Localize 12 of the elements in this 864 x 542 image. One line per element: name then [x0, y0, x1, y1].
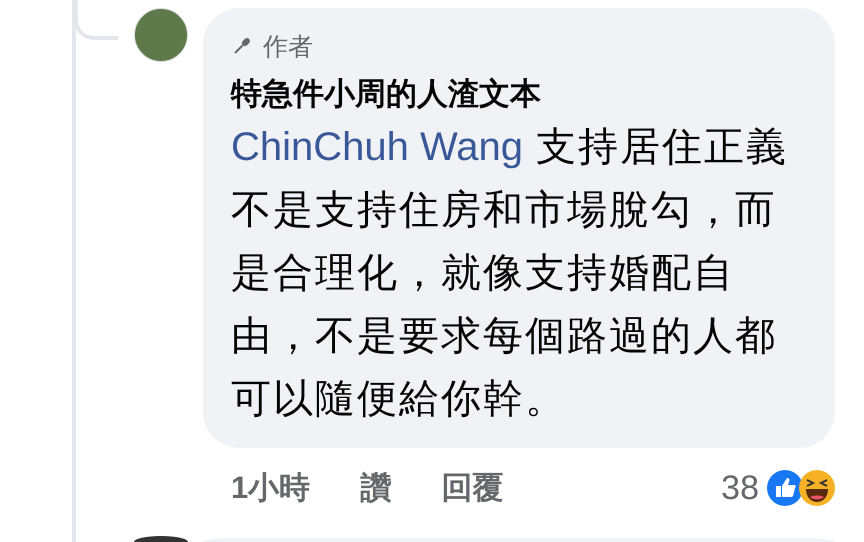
laughing-reaction-icon [799, 470, 835, 506]
comment-text: ChinChuh Wang 支持居住正義不是支持住房和市場脫勾，而是合理化，就像支持婚配自由，不是要求每個路過的人都可以隨便給你幹。 [231, 124, 790, 423]
reply-connector [74, 0, 118, 40]
timestamp[interactable]: 1小時 [231, 467, 310, 509]
reaction-count[interactable]: 38 [721, 468, 759, 508]
like-reaction-icon [767, 470, 803, 506]
reply-link[interactable]: 回覆 [441, 467, 504, 509]
author-name[interactable]: 特急件小周的人渣文本 [231, 72, 541, 116]
like-link[interactable]: 讚 [360, 467, 392, 509]
author-label: 作者 [263, 32, 313, 62]
avatar[interactable] [134, 536, 188, 542]
mention-link[interactable]: ChinChuh Wang [231, 125, 524, 169]
